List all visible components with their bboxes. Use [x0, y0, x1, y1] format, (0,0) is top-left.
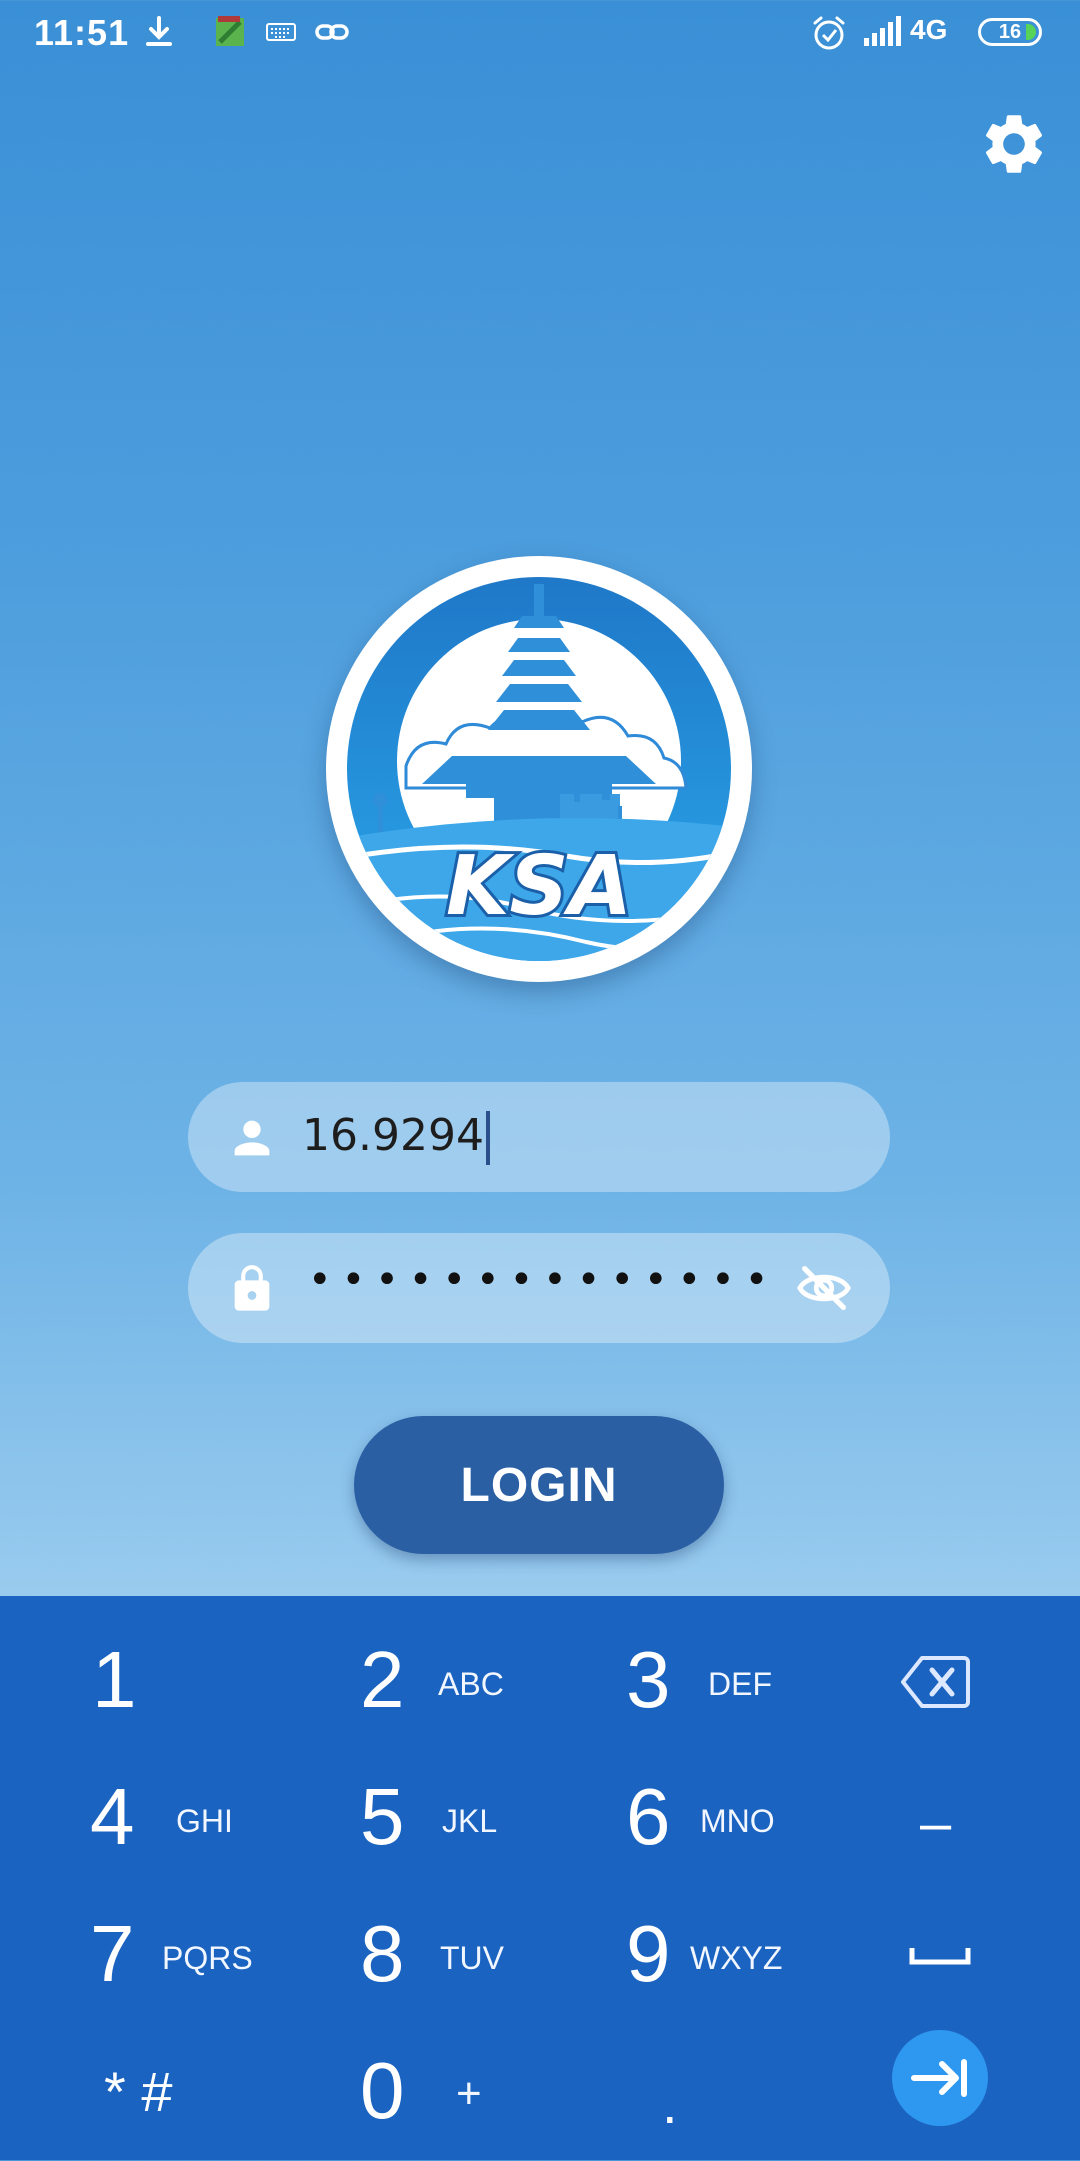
key-letters: DEF [708, 1666, 772, 1702]
space-key[interactable] [908, 1944, 972, 1973]
tab-next-icon [911, 2059, 967, 2097]
battery-indicator: 16 [978, 18, 1042, 46]
key-letters: JKL [442, 1803, 498, 1839]
person-icon [234, 1120, 270, 1156]
settings-button[interactable] [978, 108, 1050, 180]
key-number: 6 [626, 1772, 671, 1861]
key-number: 5 [360, 1772, 405, 1861]
key-number: . [662, 2072, 678, 2135]
minus-key[interactable]: – [920, 1790, 951, 1855]
app-logo: KSA [326, 556, 752, 982]
next-field-button[interactable] [892, 2030, 988, 2126]
key-number: * # [104, 2060, 173, 2123]
key-5[interactable]: 5 JKL [330, 1751, 570, 1887]
key-letters: PQRS [162, 1940, 253, 1976]
key-3[interactable]: 3 DEF [596, 1614, 836, 1750]
key-0[interactable]: 0 + [330, 2025, 570, 2161]
network-type: 4G [910, 14, 948, 45]
key-6[interactable]: 6 MNO [596, 1751, 836, 1887]
key-1[interactable]: 1 [60, 1614, 300, 1750]
key-letters: + [456, 2069, 482, 2118]
key-dot[interactable]: . [596, 2025, 836, 2161]
text-cursor [485, 1111, 490, 1165]
key-letters: TUV [440, 1940, 504, 1976]
download-icon [142, 14, 176, 55]
key-number: 2 [360, 1635, 405, 1724]
login-button[interactable]: LOGIN [354, 1416, 724, 1554]
key-number: 4 [90, 1772, 135, 1861]
space-icon [909, 1948, 971, 1965]
keyboard-icon [266, 14, 296, 55]
key-letters: ABC [438, 1666, 504, 1702]
key-number: 3 [626, 1635, 671, 1724]
temple-logo-graphic: KSA [347, 577, 731, 961]
key-star-hash[interactable]: * # [60, 2025, 300, 2161]
key-2[interactable]: 2 ABC [330, 1614, 570, 1750]
status-bar: 11:51 4G 16 [0, 0, 1080, 66]
status-time: 11:51 [34, 12, 130, 53]
battery-level: 16 [998, 21, 1022, 43]
key-number: 8 [360, 1909, 405, 1998]
key-number: 0 [360, 2046, 405, 2135]
key-number: 9 [626, 1909, 671, 1998]
key-letters: GHI [176, 1803, 233, 1839]
username-field[interactable]: 16.9294 [188, 1082, 890, 1192]
toggle-password-visibility-button[interactable] [792, 1259, 856, 1317]
username-value: 16.9294 [302, 1110, 484, 1161]
backspace-icon [901, 1656, 970, 1708]
password-masked-value: •••••••••••••• [308, 1257, 779, 1303]
key-number: 1 [92, 1635, 137, 1724]
lock-icon [234, 1265, 270, 1311]
key-4[interactable]: 4 GHI [60, 1751, 300, 1887]
key-number: 7 [90, 1909, 135, 1998]
key-letters: WXYZ [690, 1940, 783, 1976]
gear-icon [985, 115, 1043, 173]
signal-icon [862, 14, 906, 53]
password-field[interactable]: •••••••••••••• [188, 1233, 890, 1343]
key-letters: MNO [700, 1803, 775, 1839]
backspace-button[interactable] [900, 1654, 970, 1715]
key-7[interactable]: 7 PQRS [60, 1888, 300, 2024]
app-notification-icon [212, 14, 248, 55]
key-8[interactable]: 8 TUV [330, 1888, 570, 2024]
link-icon [314, 14, 350, 55]
key-9[interactable]: 9 WXYZ [596, 1888, 836, 2024]
logo-text: KSA [446, 839, 632, 934]
alarm-icon [810, 14, 848, 57]
eye-off-icon [797, 1266, 851, 1310]
